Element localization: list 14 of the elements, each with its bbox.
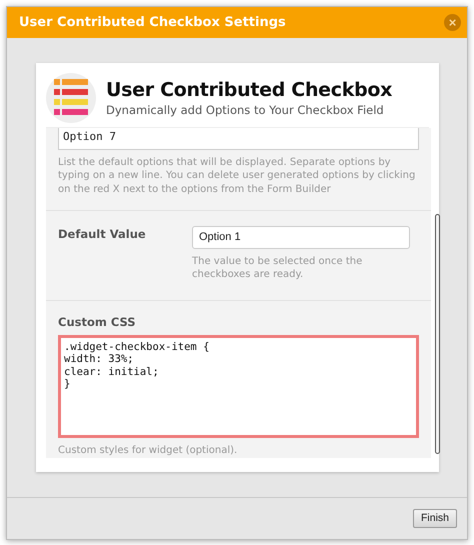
default-value-label: Default Value [58,226,147,244]
custom-css-label: Custom CSS [58,314,137,329]
options-help-text: List the default options that will be displayed. Separate options by typing on a new line. You can delete user generated options by clicking on the red X next to the options from the Form Builder [58,156,416,196]
custom-css-field[interactable]: .widget-checkbox-item { width: 33%; clear: initial; } [58,334,419,438]
widget-title: User Contributed Checkbox [106,78,392,101]
default-value-help-text: The value to be selected once the checkboxes are ready. [192,254,364,282]
custom-css-help-text: Custom styles for widget (optional). [58,444,238,458]
widget-subtitle: Dynamically add Options to Your Checkbox Field [106,102,385,117]
options-field[interactable]: Option 7 [58,128,419,150]
finish-button[interactable]: Finish [412,508,457,528]
checkbox-list-icon [46,72,96,123]
default-value-field[interactable]: Option 1 [192,226,410,249]
scrollbar-thumb[interactable] [435,214,440,454]
window-title: User Contributed Checkbox Settings [19,14,286,30]
